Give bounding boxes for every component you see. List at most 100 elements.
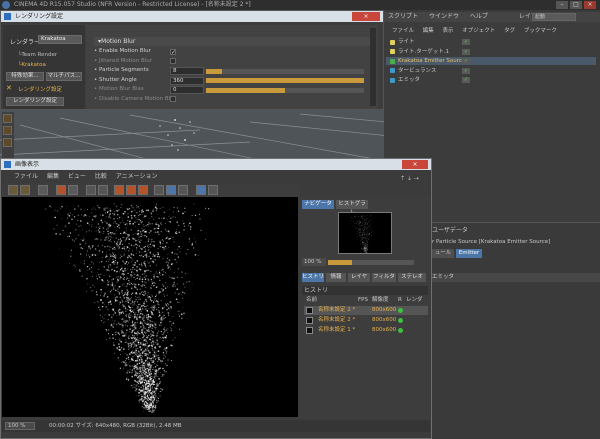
- param-checkbox[interactable]: [170, 96, 176, 102]
- history-row[interactable]: 名称未設定 2 * 800x600: [304, 306, 428, 315]
- history-column-headers: 名前 FPS 解像度 R レンダ: [302, 296, 428, 305]
- object-type-icon: [390, 49, 395, 54]
- ab-compare-icon[interactable]: [98, 185, 108, 195]
- object-row[interactable]: タービュランス ✓: [386, 67, 596, 75]
- visibility-check-icon[interactable]: ✓: [462, 77, 470, 83]
- tree-item-krakatoa[interactable]: └Krakatoa: [18, 62, 46, 68]
- close-button[interactable]: ×: [584, 1, 596, 9]
- zoom-fit-icon[interactable]: [208, 185, 218, 195]
- render-settings-preset-item[interactable]: レンダリング設定: [18, 85, 62, 93]
- open-file-icon[interactable]: [8, 185, 18, 195]
- om-menu-object[interactable]: オブジェクト: [462, 28, 495, 34]
- history-row[interactable]: 名称未設定 1 * 800x600: [304, 326, 428, 335]
- status-zoom-field[interactable]: 100 %: [5, 422, 35, 430]
- move-tool-icon[interactable]: [3, 114, 12, 123]
- history-row[interactable]: 名称未設定 2 * 800x600: [304, 316, 428, 325]
- render-settings-icon: [4, 13, 11, 20]
- tab-histogram[interactable]: ヒストグラム: [336, 200, 368, 216]
- pv-menu-edit[interactable]: 編集: [47, 173, 59, 180]
- multipass-button[interactable]: マルチパス...: [46, 72, 82, 81]
- menu-window[interactable]: ウインドウ: [429, 13, 459, 20]
- pv-menu-compare[interactable]: 比較: [95, 173, 107, 180]
- col-fps[interactable]: FPS: [358, 296, 368, 305]
- save-file-icon[interactable]: [20, 185, 30, 195]
- object-row[interactable]: ライト.ターゲット.1 ✓: [386, 48, 596, 56]
- navigate-icon[interactable]: [86, 185, 96, 195]
- pv-menu-file[interactable]: ファイル: [14, 173, 38, 180]
- col-render[interactable]: レンダ: [406, 296, 423, 305]
- fullscreen-icon[interactable]: [196, 185, 206, 195]
- left-toolbar: [2, 112, 14, 162]
- param-value-field[interactable]: 360: [170, 76, 204, 85]
- motion-blur-section-header[interactable]: ▾Motion Blur: [94, 37, 376, 46]
- history-resolution: 800x600: [372, 317, 397, 323]
- navigator-thumbnail[interactable]: [338, 212, 392, 254]
- object-name: エミッタ: [398, 77, 421, 83]
- history-resolution: 800x600: [372, 307, 397, 313]
- om-menu-edit[interactable]: 編集: [423, 28, 434, 34]
- object-row[interactable]: ライト ✓: [386, 38, 596, 46]
- menu-help[interactable]: ヘルプ: [470, 13, 488, 20]
- param-value-field[interactable]: 8: [170, 67, 204, 75]
- render-settings-scrollbar[interactable]: [370, 28, 376, 106]
- visibility-check-icon[interactable]: ✓: [462, 67, 470, 74]
- pv-menu-animation[interactable]: アニメーション: [116, 173, 158, 180]
- col-r[interactable]: R: [398, 296, 402, 305]
- render-settings-close-button[interactable]: ×: [352, 12, 380, 21]
- tab-navigator[interactable]: ナビゲータ: [302, 200, 334, 209]
- effect-button[interactable]: 特殊効果...: [6, 72, 44, 81]
- split-view-icon[interactable]: [166, 185, 176, 195]
- param-label: • Motion Blur Bias: [94, 86, 144, 92]
- grid-view-icon[interactable]: [178, 185, 188, 195]
- param-slider[interactable]: [206, 87, 364, 93]
- minimize-button[interactable]: –: [556, 1, 568, 9]
- tree-item-team-render[interactable]: └Team Render: [18, 52, 57, 58]
- object-row[interactable]: Krakatoa Emitter Source ✓: [386, 57, 596, 65]
- pv-menu-view[interactable]: ビュー: [68, 173, 86, 180]
- col-resolution[interactable]: 解像度: [372, 296, 389, 305]
- tab-layer[interactable]: レイヤ: [348, 273, 370, 282]
- render-settings-button[interactable]: レンダリング設定: [6, 97, 64, 106]
- param-slider[interactable]: [206, 78, 364, 83]
- om-menu-file[interactable]: ファイル: [392, 28, 414, 34]
- channel-blue-icon[interactable]: [138, 185, 148, 195]
- visibility-check-icon[interactable]: ✓: [462, 39, 470, 45]
- om-menu-tag[interactable]: タグ: [504, 28, 515, 34]
- am-tab-module[interactable]: ュール: [432, 249, 454, 258]
- channel-red-icon[interactable]: [114, 185, 124, 195]
- picture-viewer-close-button[interactable]: ×: [402, 160, 428, 169]
- param-checkbox[interactable]: [170, 58, 176, 64]
- rotate-tool-icon[interactable]: [3, 138, 12, 147]
- single-view-icon[interactable]: [154, 185, 164, 195]
- menu-script[interactable]: スクリプト: [388, 13, 418, 20]
- render-canvas[interactable]: [2, 197, 298, 417]
- navigator-zoom-field[interactable]: 100 %: [302, 258, 326, 266]
- param-value-field[interactable]: 0: [170, 86, 204, 94]
- param-label: • Jittered Motion Blur: [94, 57, 153, 64]
- am-tab-emitter[interactable]: Emitter: [456, 249, 482, 258]
- param-slider[interactable]: [206, 68, 364, 74]
- tab-history[interactable]: ヒストリ: [302, 273, 324, 282]
- om-menu-bookmark[interactable]: ブックマーク: [524, 28, 557, 34]
- visibility-check-icon[interactable]: ✓: [462, 48, 470, 55]
- navigator-zoom-slider[interactable]: [328, 260, 414, 265]
- object-row[interactable]: エミッタ ✓: [386, 76, 596, 84]
- am-emitter-row[interactable]: エミッタ: [430, 273, 600, 282]
- render-icon[interactable]: [56, 185, 66, 195]
- scale-tool-icon[interactable]: [3, 126, 12, 135]
- tab-filter[interactable]: フィルタ: [372, 273, 396, 282]
- pv-panel-arrows-icon[interactable]: ⇡ ⇣ ⇢: [400, 175, 426, 183]
- param-checkbox[interactable]: ✓: [170, 48, 176, 55]
- om-menu-view[interactable]: 表示: [443, 28, 454, 34]
- layout-select[interactable]: 起動: [532, 13, 576, 21]
- renderer-select[interactable]: Krakatoa: [38, 35, 82, 44]
- col-name[interactable]: 名前: [306, 296, 317, 305]
- visibility-check-icon[interactable]: ✓: [462, 58, 470, 64]
- param-slider-fill: [206, 87, 285, 93]
- tab-stereo[interactable]: ステレオ: [398, 273, 426, 282]
- copy-icon[interactable]: [38, 185, 48, 195]
- maximize-button[interactable]: □: [570, 1, 582, 9]
- channel-green-icon[interactable]: [126, 185, 136, 195]
- tab-info[interactable]: 情報: [326, 273, 346, 282]
- stop-render-icon[interactable]: [68, 185, 78, 195]
